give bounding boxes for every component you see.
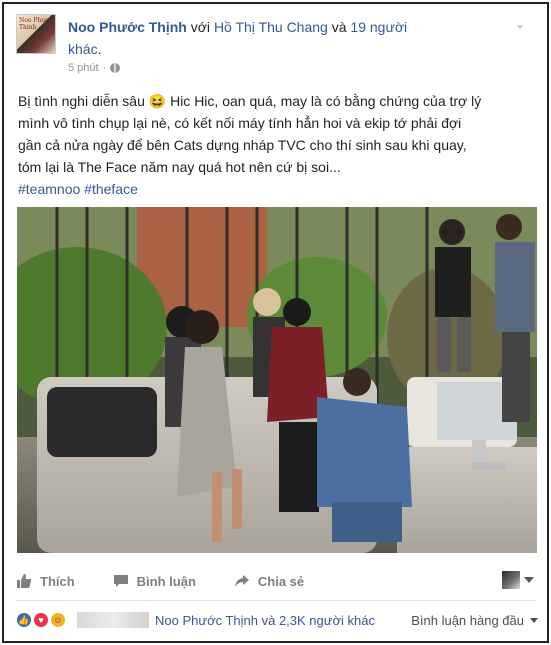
share-label: Chia sẻ [257,573,305,589]
hashtag-link[interactable]: #theface [84,181,138,197]
others-link[interactable]: 19 người [350,19,407,35]
reactions-bar: 👍 ♥ ☺ Noo Phước Thịnh và 2,3K người khác… [16,607,538,633]
hashtag-line: #teamnoo #theface [18,178,540,200]
reactor-name[interactable]: Noo Phước Thịnh [155,613,258,628]
post-text-line: tóm lại là The Face năm nay quá hot nên … [18,159,341,175]
love-reaction-icon[interactable]: ♥ [33,612,49,628]
globe-icon[interactable] [110,63,121,73]
action-bar: Thích Bình luận Chia sẻ [16,567,536,595]
hashtag-link[interactable]: #teamnoo [18,181,80,197]
chevron-down-icon [524,577,534,583]
share-arrow-icon [234,575,249,587]
reactors-and: và [257,612,279,628]
share-button[interactable]: Chia sẻ [234,573,304,589]
speech-bubble-icon [113,575,128,587]
post-text-line: Bị tình nghi diễn sâu 😆 Hic Hic, oan quá… [18,93,482,109]
meta-separator: · [102,62,107,74]
comment-sort-dropdown[interactable]: Bình luận hàng đầu [411,613,538,628]
like-button[interactable]: Thích [16,573,75,589]
blurred-name [77,612,149,628]
post-meta: 5 phút · [68,62,121,74]
with-text: với [186,19,214,35]
post-text-line: gần cả nửa ngày để bên Cats dựng nháp TV… [18,137,467,153]
author-avatar[interactable]: Noo Phuoc Thinh [16,14,56,54]
author-line: Noo Phước Thịnh với Hồ Thị Thu Chang và … [68,16,508,60]
chevron-down-icon[interactable]: ⌄ [512,18,528,30]
reactors-summary[interactable]: Noo Phước Thịnh và 2,3K người khác [155,613,375,628]
like-label: Thích [40,573,75,589]
and-text: và [327,19,351,35]
author-name-link[interactable]: Noo Phước Thịnh [68,19,187,35]
photo-scene [17,207,537,553]
chevron-down-icon [530,617,538,623]
comment-label: Bình luận [136,573,196,589]
post-timestamp[interactable]: 5 phút [68,62,99,74]
avatar-logo-text: Noo Phuoc Thinh [19,17,53,31]
tagged-person-link[interactable]: Hồ Thị Thu Chang [214,19,328,35]
post-card: Noo Phuoc Thinh Noo Phước Thịnh với Hồ T… [2,2,549,643]
comment-button[interactable]: Bình luận [113,573,196,589]
haha-reaction-icon[interactable]: ☺ [50,612,66,628]
divider [16,600,536,601]
thumbs-up-icon [17,574,32,588]
post-photo[interactable] [17,207,537,553]
share-as-selector[interactable] [502,571,534,589]
reactors-others[interactable]: 2,3K người khác [279,613,375,628]
post-header: Noo Phuoc Thinh Noo Phước Thịnh với Hồ T… [16,14,536,84]
comment-sort-label: Bình luận hàng đầu [411,612,524,628]
sentence-end: . [97,41,102,57]
post-text-line: mình vô tình chụp lại nè, có kết nối máy… [18,115,462,131]
post-body: Bị tình nghi diễn sâu 😆 Hic Hic, oan quá… [18,90,540,200]
others-link-line2[interactable]: khác [68,41,98,57]
page-avatar [502,571,520,589]
like-reaction-icon[interactable]: 👍 [16,612,32,628]
